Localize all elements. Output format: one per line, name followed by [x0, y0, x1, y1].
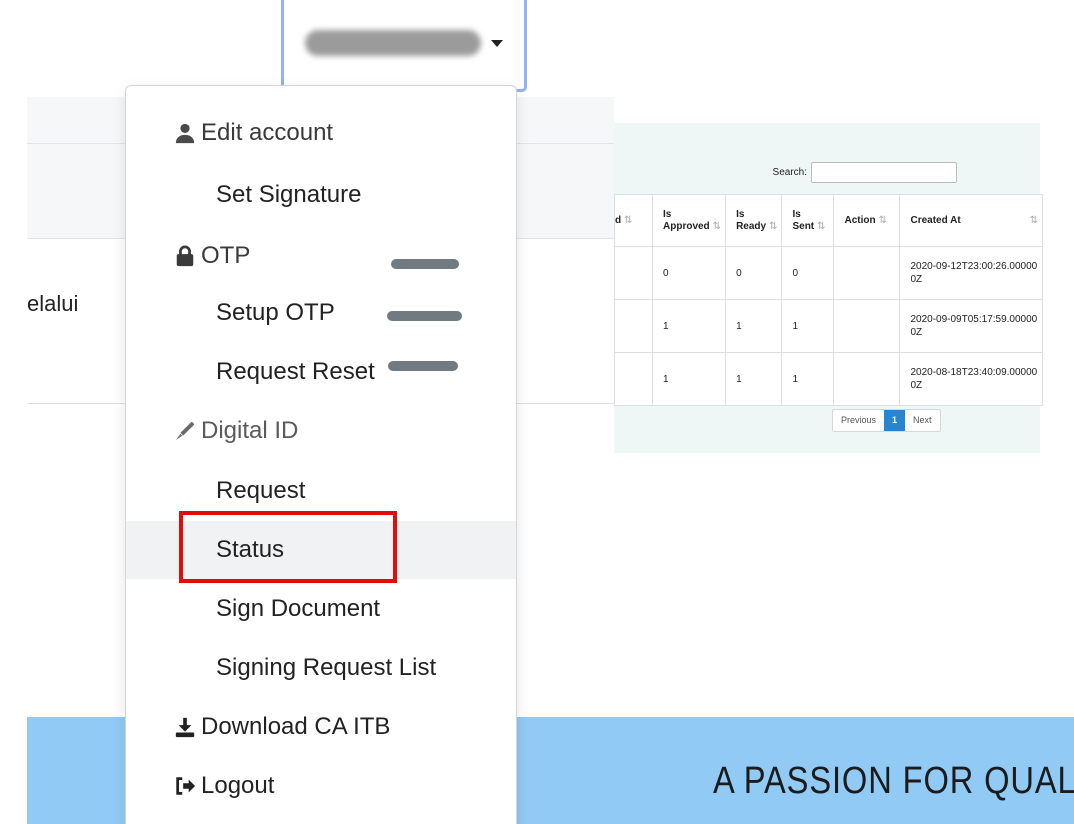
menu-item-signing-request-list[interactable]: Signing Request List	[126, 639, 516, 697]
table-cell: 0	[725, 246, 783, 300]
pagination-next[interactable]: Next	[905, 410, 940, 431]
menu-item-label: Digital ID	[201, 417, 299, 444]
sort-icon: ⇅	[878, 214, 887, 226]
status-table-panel: Search: d ⇅ Is Approved ⇅ Is Ready ⇅ Is Sen…	[614, 123, 1043, 453]
menu-item-label: Signing Request List	[216, 654, 437, 681]
table-cell	[614, 299, 653, 353]
sort-icon: ⇅	[769, 220, 778, 232]
status-table: d ⇅ Is Approved ⇅ Is Ready ⇅ Is Sent ⇅ Actio…	[614, 194, 1043, 406]
menu-item-label: Set Signature	[216, 181, 362, 208]
column-header[interactable]: Is Approved ⇅	[651, 194, 727, 247]
menu-item-label: Download CA ITB	[201, 713, 391, 740]
redaction-mark	[391, 259, 459, 269]
table-cell	[614, 246, 653, 300]
search-label: Search:	[772, 167, 807, 178]
pagination-previous[interactable]: Previous	[833, 410, 884, 431]
table-cell	[833, 299, 901, 353]
table-cell: 0	[781, 246, 835, 300]
table-cell: 1	[781, 299, 835, 353]
table-cell: 1	[725, 299, 783, 353]
table-cell: 2020-08-18T23:40:09.000000Z	[899, 352, 1043, 406]
menu-item-label: Request Reset	[216, 358, 375, 385]
search-input[interactable]	[811, 162, 957, 183]
menu-item-download-ca[interactable]: Download CA ITB	[126, 698, 516, 756]
menu-item-set-signature[interactable]: Set Signature	[126, 166, 516, 224]
menu-item-request-reset[interactable]: Request Reset	[126, 343, 516, 401]
column-header[interactable]: Action ⇅	[833, 194, 901, 247]
sign-out-icon	[173, 774, 197, 798]
menu-item-label: Setup OTP	[216, 299, 335, 326]
sort-icon: ⇅	[624, 214, 633, 226]
menu-header-otp: OTP	[126, 227, 516, 285]
status-highlight-box	[179, 511, 397, 583]
table-cell	[833, 352, 901, 406]
table-cell: 1	[781, 352, 835, 406]
table-header-row: d ⇅ Is Approved ⇅ Is Ready ⇅ Is Sent ⇅ Actio…	[614, 194, 1043, 247]
column-header[interactable]: d ⇅	[614, 194, 653, 247]
menu-item-sign-document[interactable]: Sign Document	[126, 580, 516, 638]
menu-item-label: Edit account	[201, 119, 334, 146]
download-icon	[173, 715, 197, 739]
lock-icon	[173, 244, 197, 268]
menu-item-label: Sign Document	[216, 595, 381, 622]
column-header[interactable]: Is Sent ⇅	[781, 194, 835, 247]
sort-icon: ⇅	[817, 220, 826, 232]
sort-icon: ⇅	[1029, 214, 1038, 226]
menu-header-digital-id: Digital ID	[126, 402, 516, 460]
sort-icon: ⇅	[712, 220, 722, 232]
search-row: Search:	[614, 162, 957, 183]
pagination-current-page[interactable]: 1	[884, 410, 906, 431]
menu-item-label: Request	[216, 477, 306, 504]
row-text-fragment: elalui	[27, 291, 79, 316]
table-cell: 1	[725, 352, 783, 406]
table-row: 1 1 1 2020-08-18T23:40:09.000000Z	[614, 352, 1043, 406]
redacted-username	[305, 30, 481, 56]
column-header[interactable]: Is Ready ⇅	[725, 194, 783, 247]
menu-item-label: OTP	[201, 242, 251, 269]
column-header[interactable]: Created At ⇅	[899, 194, 1043, 247]
menu-item-edit-account[interactable]: Edit account	[126, 104, 516, 162]
table-cell: 2020-09-09T05:17:59.000000Z	[899, 299, 1043, 353]
pagination: Previous 1 Next	[832, 409, 941, 432]
table-cell	[614, 352, 653, 406]
menu-item-logout[interactable]: Logout	[126, 757, 516, 815]
table-cell	[833, 246, 901, 300]
menu-item-label: Logout	[201, 772, 275, 799]
redaction-mark	[387, 311, 462, 321]
table-row: 1 1 1 2020-09-09T05:17:59.000000Z	[614, 299, 1043, 353]
table-cell: 2020-09-12T23:00:26.000000Z	[899, 246, 1043, 300]
redaction-mark	[388, 361, 458, 371]
table-cell: 0	[651, 246, 727, 300]
pen-icon	[173, 419, 197, 443]
user-menu-toggle[interactable]	[281, 0, 527, 92]
caret-down-icon	[491, 39, 503, 47]
table-row: 0 0 0 2020-09-12T23:00:26.000000Z	[614, 246, 1043, 300]
table-cell: 1	[651, 352, 727, 406]
table-cell: 1	[651, 299, 727, 353]
user-dropdown-menu: Edit account Set Signature OTP Setup OTP…	[125, 85, 517, 824]
user-icon	[173, 121, 197, 145]
banner-tagline: A PASSION FOR QUALIT	[713, 760, 1074, 802]
